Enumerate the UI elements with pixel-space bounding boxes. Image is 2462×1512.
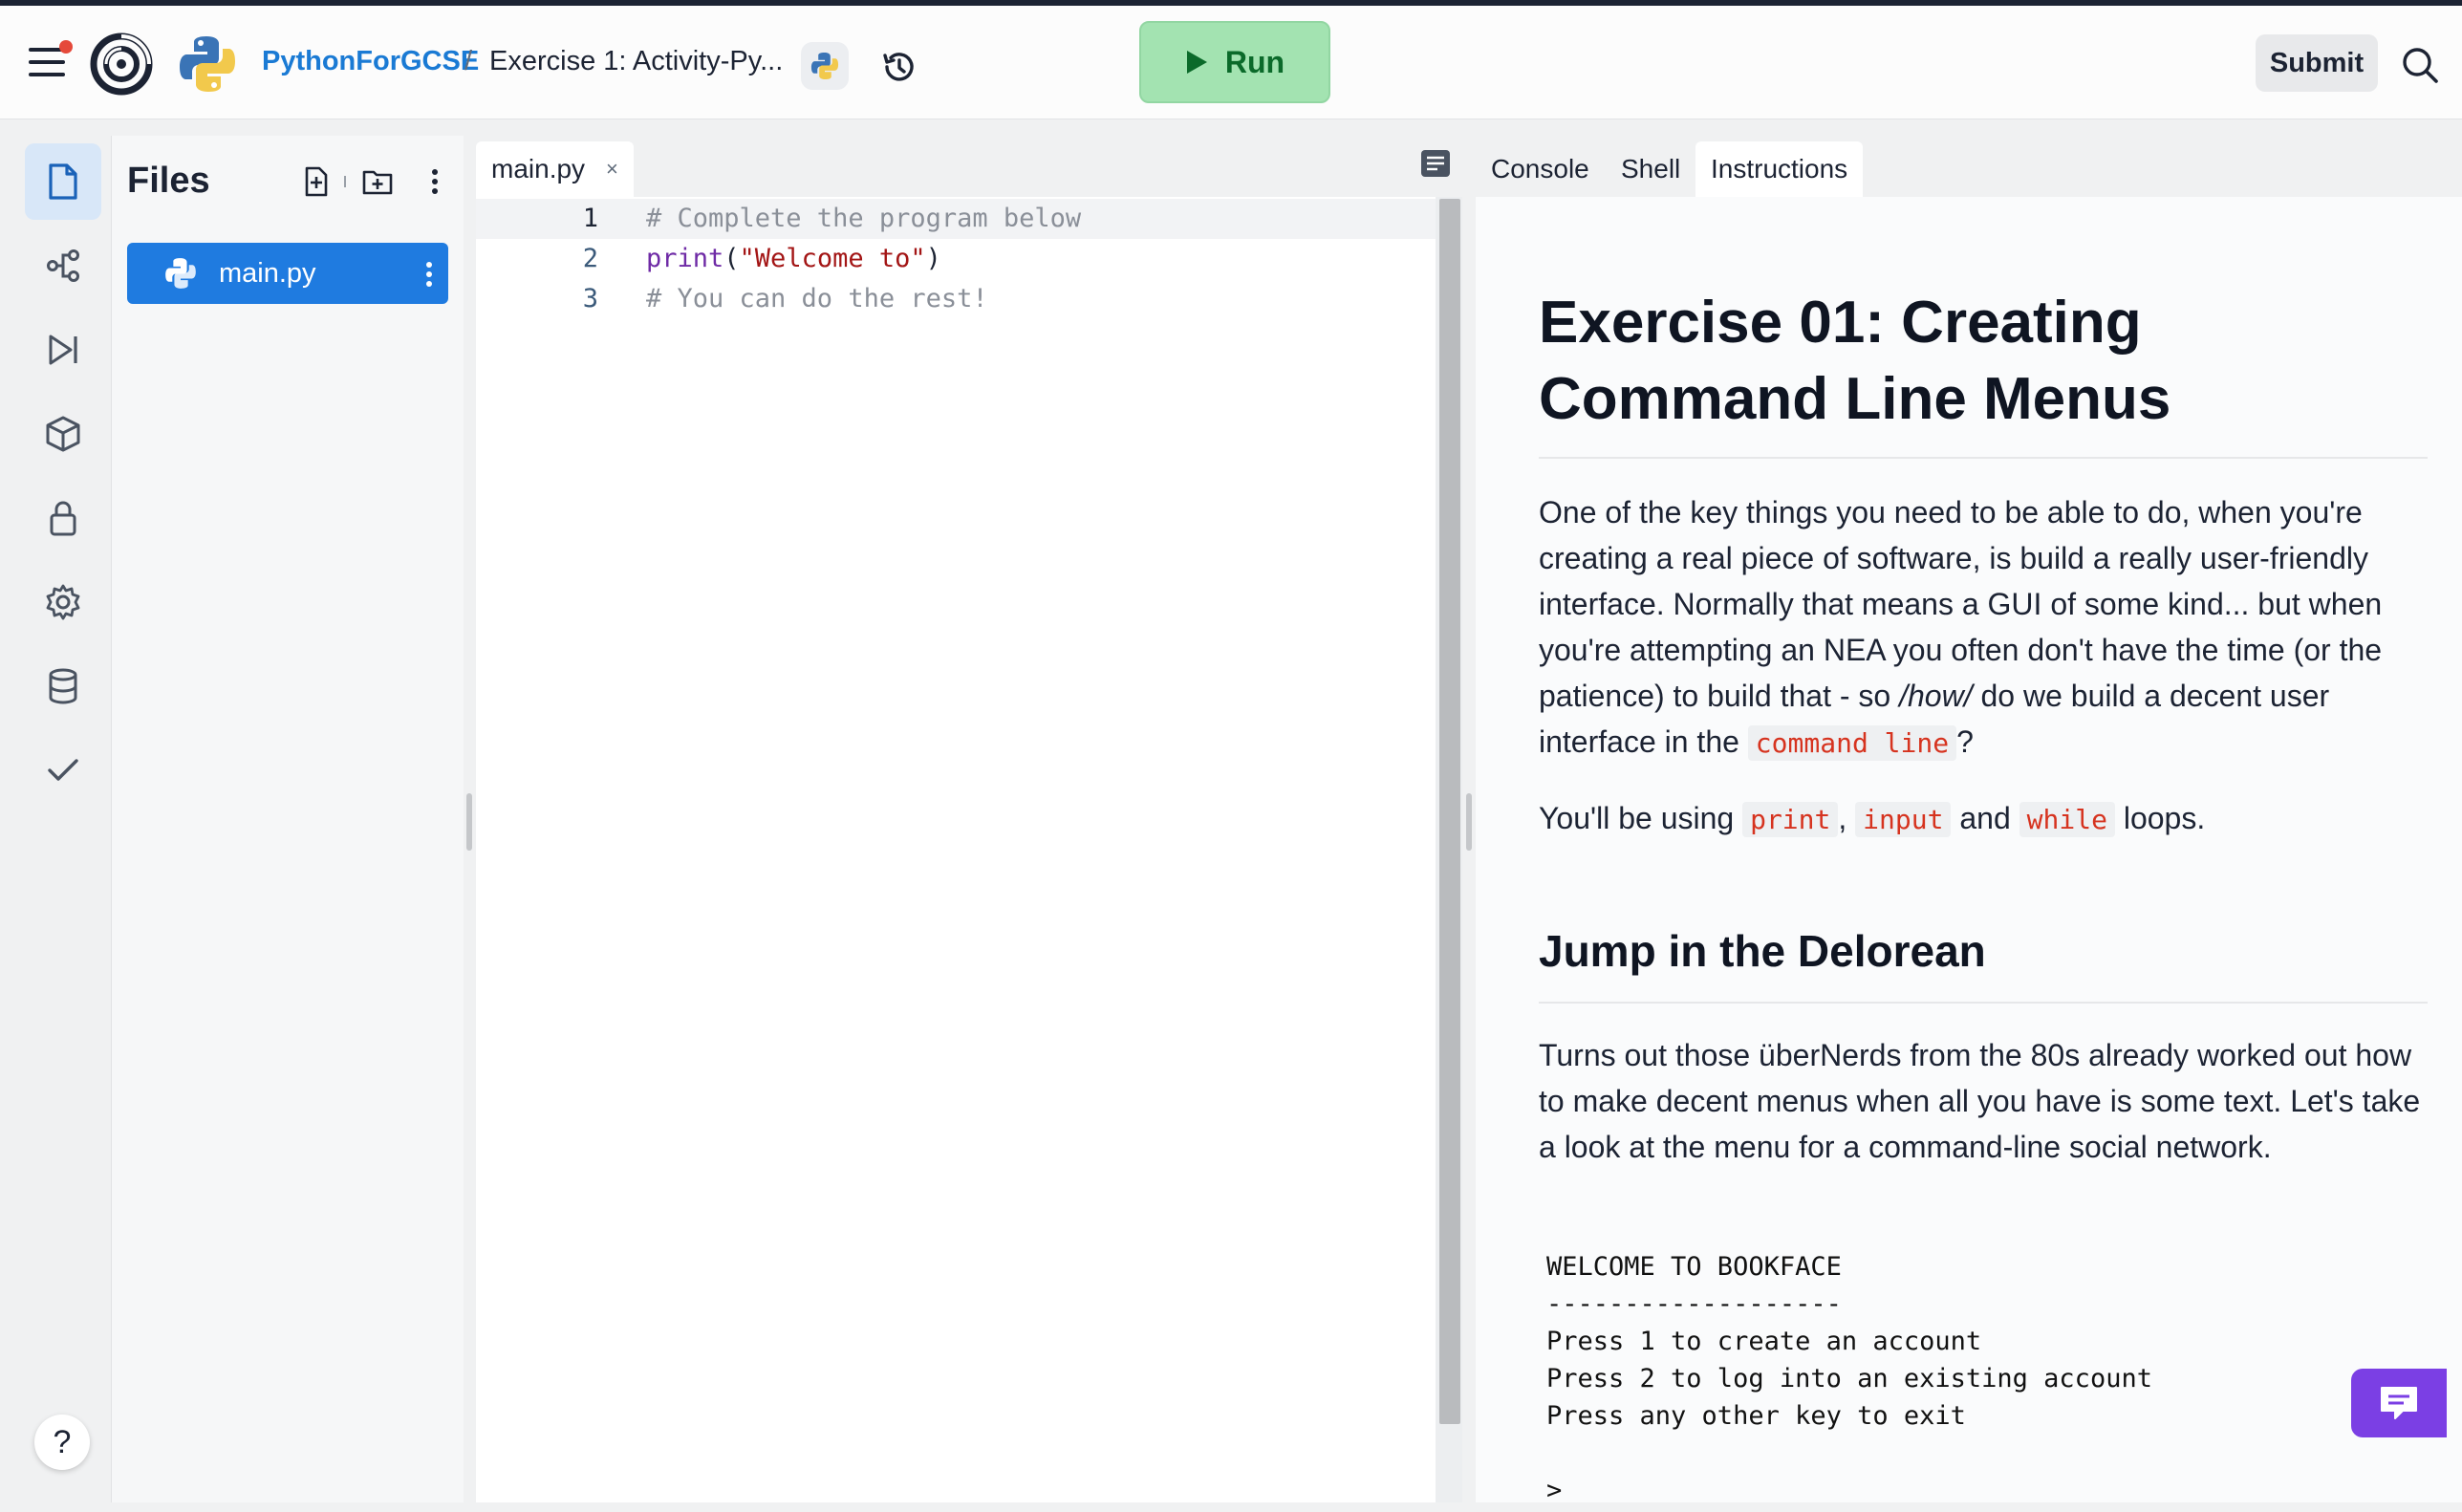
code-string: "Welcome to" [739, 244, 926, 273]
search-icon[interactable] [2401, 46, 2439, 84]
code-text: # You can do the rest! [646, 284, 988, 313]
editor-scrollbar[interactable] [1436, 197, 1462, 1502]
right-panel: Console Shell Instructions Exercise 01: … [1476, 136, 2462, 1502]
run-button[interactable]: Run [1139, 21, 1330, 103]
line-number: 2 [582, 244, 598, 273]
python-language-icon[interactable] [801, 42, 849, 90]
notification-dot [59, 40, 73, 54]
new-folder-icon[interactable] [360, 164, 395, 199]
code-editor[interactable]: 1 # Complete the program below 2 print("… [476, 197, 1436, 1502]
tab-shell[interactable]: Shell [1606, 141, 1695, 197]
notes-panel-icon[interactable] [1420, 149, 1451, 178]
tab-console[interactable]: Console [1476, 141, 1605, 197]
inline-code: print [1742, 802, 1839, 837]
tab-instructions[interactable]: Instructions [1695, 141, 1864, 197]
git-icon[interactable] [25, 227, 101, 304]
tools-paragraph: You'll be using print, input and while l… [1539, 801, 2206, 837]
settings-icon[interactable] [25, 564, 101, 640]
editor-area: main.py × 1 # Complete the program below… [476, 136, 1462, 1502]
submit-button[interactable]: Submit [2256, 34, 2378, 92]
chat-icon[interactable] [2351, 1369, 2447, 1437]
file-name: main.py [219, 258, 316, 289]
secrets-icon[interactable] [25, 480, 101, 556]
replit-logo[interactable] [90, 32, 153, 96]
editor-tab-main-py[interactable]: main.py × [476, 141, 634, 197]
editor-scroll-thumb[interactable] [1439, 199, 1460, 1424]
code-paren: ( [723, 244, 740, 273]
database-icon[interactable] [25, 648, 101, 724]
line-number: 1 [582, 204, 598, 233]
files-title: Files [127, 161, 210, 201]
bottom-edge [0, 1502, 2462, 1512]
tools-rail: ? [17, 136, 109, 1502]
debugger-icon[interactable] [25, 312, 101, 388]
code-paren: ) [925, 244, 941, 273]
files-resize-handle[interactable] [466, 793, 472, 851]
files-more-icon[interactable] [418, 164, 452, 199]
file-item-main-py[interactable]: main.py [127, 243, 448, 304]
title-divider [1539, 457, 2428, 459]
run-button-label: Run [1224, 44, 1285, 79]
instructions-pane: Exercise 01: Creating Command Line Menus… [1476, 197, 2462, 1502]
menu-icon[interactable] [29, 40, 73, 76]
python-file-icon [165, 258, 196, 289]
top-header: PythonForGCSE / Exercise 1: Activity-Py.… [0, 6, 2462, 119]
code-line[interactable]: 2 print("Welcome to") [476, 239, 1436, 279]
inline-code: command line [1747, 725, 1957, 761]
delorean-paragraph: Turns out those überNerds from the 80s a… [1539, 1038, 2421, 1164]
breadcrumb-separator: / [464, 46, 473, 76]
tests-check-icon[interactable] [25, 732, 101, 809]
editor-tab-label: main.py [491, 154, 586, 184]
exercise-title: Exercise 01: Creating Command Line Menus [1539, 290, 2171, 432]
help-button[interactable]: ? [34, 1415, 90, 1470]
code-keyword: print [646, 244, 724, 273]
play-icon [1186, 51, 1207, 74]
inline-code: while [2019, 802, 2115, 837]
close-tab-icon[interactable]: × [606, 157, 618, 182]
code-line[interactable]: 3 # You can do the rest! [476, 279, 1436, 319]
editor-tab-strip: main.py × [476, 136, 1462, 197]
inline-code: input [1855, 802, 1952, 837]
repl-owner-link[interactable]: PythonForGCSE [262, 46, 479, 77]
editor-resize-handle[interactable] [1466, 793, 1472, 851]
toolbar-divider [344, 176, 346, 187]
history-icon[interactable] [879, 48, 918, 86]
menu-code-block: WELCOME TO BOOKFACE ------------------- … [1546, 1252, 2152, 1502]
packages-icon[interactable] [25, 396, 101, 472]
code-line[interactable]: 1 # Complete the program below [476, 199, 1436, 239]
files-panel: Files main.py [111, 136, 464, 1502]
new-file-icon[interactable] [299, 164, 334, 199]
section-divider [1539, 1002, 2428, 1004]
files-icon[interactable] [25, 143, 101, 220]
python-logo [180, 36, 235, 92]
file-more-icon[interactable] [423, 260, 435, 289]
code-text: # Complete the program below [646, 204, 1082, 233]
section-heading: Jump in the Delorean [1539, 926, 1986, 976]
line-number: 3 [582, 284, 598, 313]
intro-paragraph: One of the key things you need to be abl… [1539, 495, 2383, 761]
repl-title[interactable]: Exercise 1: Activity-Py... [489, 46, 783, 77]
